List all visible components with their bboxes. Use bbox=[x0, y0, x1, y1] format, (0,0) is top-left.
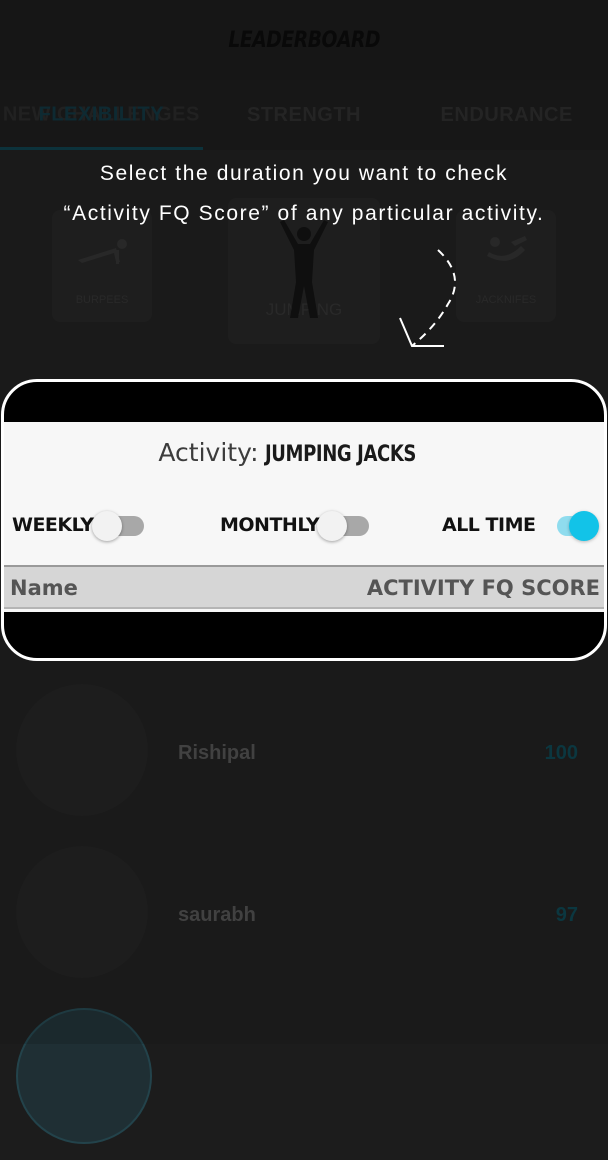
spotlight-frame: Activity: JUMPING JACKS WEEKLY MONTHLY A… bbox=[1, 379, 607, 661]
monthly-label: MONTHLY bbox=[220, 514, 320, 536]
table-header: Name ACTIVITY FQ SCORE bbox=[4, 565, 604, 609]
activity-value: JUMPING JACKS bbox=[265, 442, 417, 467]
monthly-option[interactable]: MONTHLY bbox=[220, 510, 373, 541]
column-header-score: ACTIVITY FQ SCORE bbox=[366, 576, 600, 600]
all-time-label: ALL TIME bbox=[442, 514, 536, 536]
activity-label: Activity: bbox=[158, 438, 259, 467]
weekly-label: WEEKLY bbox=[12, 514, 94, 536]
curved-arrow-icon bbox=[399, 249, 456, 347]
weekly-option[interactable]: WEEKLY bbox=[12, 510, 148, 541]
all-time-option[interactable]: ALL TIME bbox=[442, 510, 601, 541]
coach-hint-text: Select the duration you want to check “A… bbox=[63, 162, 545, 225]
activity-heading: Activity: JUMPING JACKS bbox=[4, 438, 604, 468]
weekly-toggle[interactable] bbox=[91, 510, 148, 541]
all-time-toggle[interactable] bbox=[551, 510, 601, 541]
column-header-name: Name bbox=[10, 576, 78, 600]
monthly-toggle[interactable] bbox=[317, 510, 373, 541]
duration-filter-panel: Activity: JUMPING JACKS WEEKLY MONTHLY A… bbox=[4, 422, 604, 612]
